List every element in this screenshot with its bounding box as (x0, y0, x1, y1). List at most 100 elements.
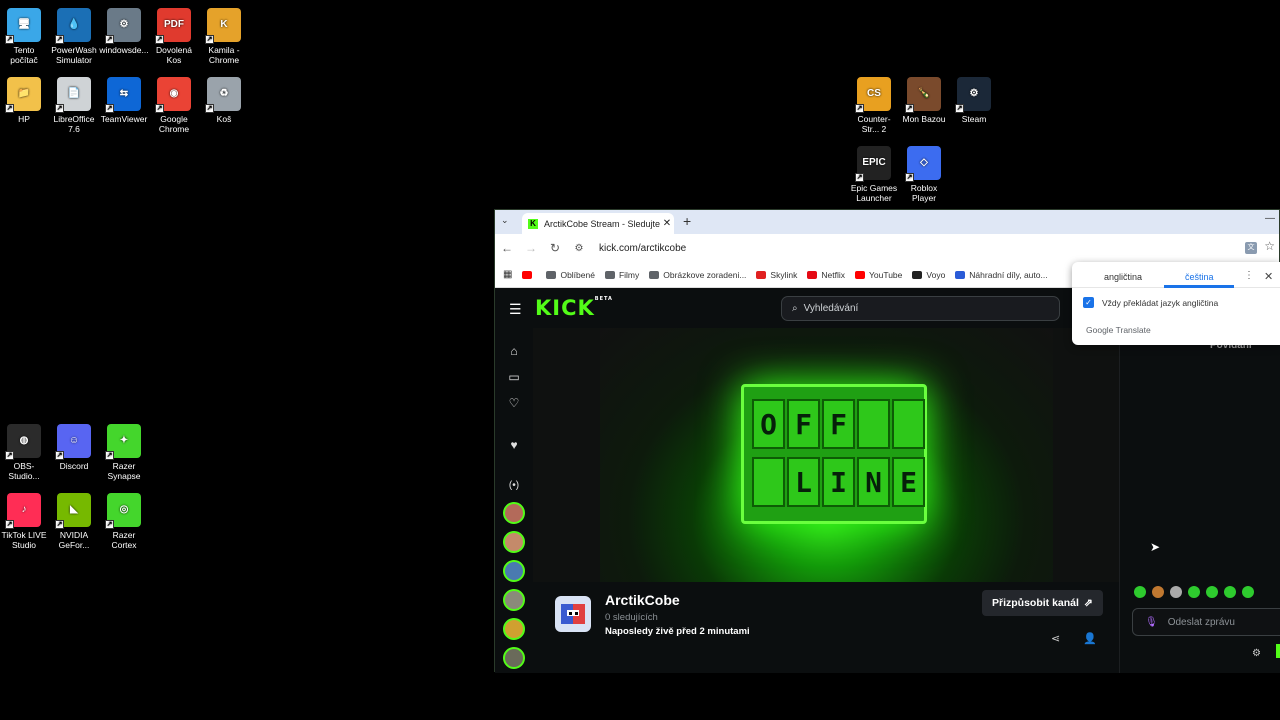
url-field[interactable]: kick.com/arctikcobe (599, 243, 686, 254)
live-broadcast-icon[interactable]: (•) (507, 480, 521, 491)
desktop-icon[interactable]: PDF ↗ Dovolená Kos (149, 4, 199, 65)
browse-icon[interactable]: ▭ (507, 370, 521, 384)
avatar[interactable] (503, 560, 525, 582)
back-icon[interactable]: ← (495, 241, 519, 255)
apps-grid-icon[interactable]: ▦ (503, 269, 512, 280)
translate-icon[interactable]: 文 (1245, 242, 1257, 254)
emote-icon[interactable] (1188, 586, 1200, 598)
desktop-icon[interactable]: ✦ ↗ Razer Synapse (99, 420, 149, 481)
app-icon: EPIC ↗ (855, 146, 891, 182)
favorites-heart-icon[interactable]: ♥ (507, 438, 521, 452)
desktop-icon[interactable]: 🍾 ↗ Mon Bazou (899, 73, 949, 124)
customize-channel-button[interactable]: Přizpůsobit kanál ⇗ (982, 590, 1103, 616)
desktop-icon[interactable]: EPIC ↗ Epic Games Launcher (849, 142, 899, 203)
bookmark-item[interactable]: Netflix (807, 270, 845, 280)
always-translate-checkbox[interactable]: ✓ (1083, 297, 1094, 308)
bookmark-icon (649, 270, 660, 279)
app-icon: ⚙ ↗ (105, 8, 141, 44)
emote-icon[interactable] (1152, 586, 1164, 598)
site-info-icon[interactable]: ⚙ (567, 243, 591, 254)
search-input[interactable]: ⌕ Vyhledávání (781, 296, 1060, 321)
desktop-icon-label: TeamViewer (100, 114, 148, 124)
reload-icon[interactable]: ↻ (543, 241, 567, 255)
google-translate-brand: Google Translate (1086, 325, 1151, 335)
desktop-icon[interactable]: ♪ ↗ TikTok LIVE Studio (0, 489, 49, 550)
desktop-icon[interactable]: 📄 ↗ LibreOffice 7.6 (49, 73, 99, 134)
desktop-icon[interactable]: ◣ ↗ NVIDIA GeFor... (49, 489, 99, 550)
channel-avatar[interactable] (555, 596, 591, 632)
desktop-icon[interactable]: ◍ ↗ OBS-Studio... (0, 420, 49, 481)
tab-search-chevron-icon[interactable]: ⌄ (501, 215, 509, 226)
emote-icon[interactable] (1206, 586, 1218, 598)
more-options-icon[interactable]: ⋮ (1244, 270, 1254, 281)
translate-tab-target[interactable]: čeština (1185, 272, 1214, 282)
send-button[interactable] (1276, 644, 1280, 658)
chat-placeholder: Odeslat zprávu (1167, 616, 1235, 628)
bookmark-icon (756, 270, 767, 279)
minimize-icon[interactable]: — (1265, 213, 1275, 224)
app-icon: 📁 ↗ (5, 77, 41, 113)
app-icon: ◣ ↗ (55, 493, 91, 529)
app-icon: ◎ ↗ (105, 493, 141, 529)
app-icon: ✦ ↗ (105, 424, 141, 460)
browser-tab-kick[interactable]: K ArctikCobe Stream - Sledujte ži ✕ (522, 213, 674, 234)
close-icon[interactable]: ✕ (1264, 270, 1273, 283)
home-icon[interactable]: ⌂ (507, 344, 521, 358)
desktop-icon[interactable]: ⚙ ↗ Steam (949, 73, 999, 124)
chat-settings-gear-icon[interactable]: ⚙ (1252, 648, 1261, 659)
desktop-icon[interactable]: ◉ ↗ Google Chrome (149, 73, 199, 134)
microphone-icon[interactable]: 🎙 (1145, 617, 1158, 628)
following-heart-icon[interactable]: ♡ (507, 396, 521, 410)
emote-icon[interactable] (1170, 586, 1182, 598)
bookmark-icon (604, 270, 615, 279)
bookmark-item[interactable]: Skylink (756, 270, 797, 280)
forward-icon[interactable]: → (519, 241, 543, 255)
shortcut-arrow-icon: ↗ (855, 104, 864, 113)
desktop-icon[interactable]: K ↗ Kamila - Chrome (199, 4, 249, 65)
avatar[interactable] (503, 531, 525, 553)
avatar[interactable] (503, 589, 525, 611)
offline-sign-letter: F (822, 399, 855, 449)
bookmark-star-icon[interactable]: ☆ (1264, 239, 1275, 253)
bookmark-item[interactable]: Voyo (912, 270, 945, 280)
bookmark-item[interactable]: Oblíbené (546, 270, 595, 280)
desktop-icon[interactable]: CS ↗ Counter-Str... 2 (849, 73, 899, 134)
app-icon: 🖥 ↗ (5, 8, 41, 44)
emote-icon[interactable] (1242, 586, 1254, 598)
add-user-icon[interactable]: 👤 (1083, 632, 1097, 645)
shortcut-arrow-icon: ↗ (855, 173, 864, 182)
avatar[interactable] (503, 647, 525, 669)
translate-tab-source[interactable]: angličtina (1104, 272, 1142, 282)
emote-icon[interactable] (1224, 586, 1236, 598)
chat-message-input[interactable]: 🎙 Odeslat zprávu (1132, 608, 1280, 636)
always-translate-label: Vždy překládat jazyk angličtina (1102, 298, 1219, 308)
desktop-icon[interactable]: ⇆ ↗ TeamViewer (99, 73, 149, 124)
desktop-icon[interactable]: ⚙ ↗ windowsde... (99, 4, 149, 55)
video-player[interactable]: OFF LINE (533, 328, 1119, 582)
bookmark-item[interactable]: Obrázkove zoradeni... (649, 270, 746, 280)
share-icon[interactable]: ⋖ (1051, 632, 1060, 645)
emote-icon[interactable] (1134, 586, 1146, 598)
shortcut-arrow-icon: ↗ (105, 451, 114, 460)
desktop-icon[interactable]: ♻ ↗ Koš (199, 73, 249, 124)
new-tab-button[interactable]: + (683, 213, 691, 229)
search-icon: ⌕ (792, 303, 798, 314)
bookmark-item[interactable]: YouTube (854, 270, 902, 280)
avatar[interactable] (503, 618, 525, 640)
desktop-icon[interactable]: 🖥 ↗ Tento počítač (0, 4, 49, 65)
avatar[interactable] (503, 502, 525, 524)
desktop-icon[interactable]: ◇ ↗ Roblox Player (899, 142, 949, 203)
desktop-icon[interactable]: ☺ ↗ Discord (49, 420, 99, 471)
menu-hamburger-icon[interactable]: ☰ (509, 301, 522, 318)
bookmark-item[interactable]: Filmy (604, 270, 639, 280)
desktop-icon[interactable]: 📁 ↗ HP (0, 73, 49, 124)
bookmark-item[interactable]: Náhradní díly, auto... (955, 270, 1048, 280)
channel-name[interactable]: ArctikCobe (605, 592, 680, 608)
tab-bar: ⌄ K ArctikCobe Stream - Sledujte ži ✕ + … (495, 210, 1279, 234)
shortcut-arrow-icon: ↗ (205, 35, 214, 44)
kick-logo[interactable]: KICKBETA (535, 296, 613, 320)
desktop-icon[interactable]: 💧 ↗ PowerWash Simulator (49, 4, 99, 65)
bookmark-item[interactable] (522, 270, 536, 279)
tab-close-icon[interactable]: ✕ (660, 218, 674, 229)
desktop-icon[interactable]: ◎ ↗ Razer Cortex (99, 489, 149, 550)
